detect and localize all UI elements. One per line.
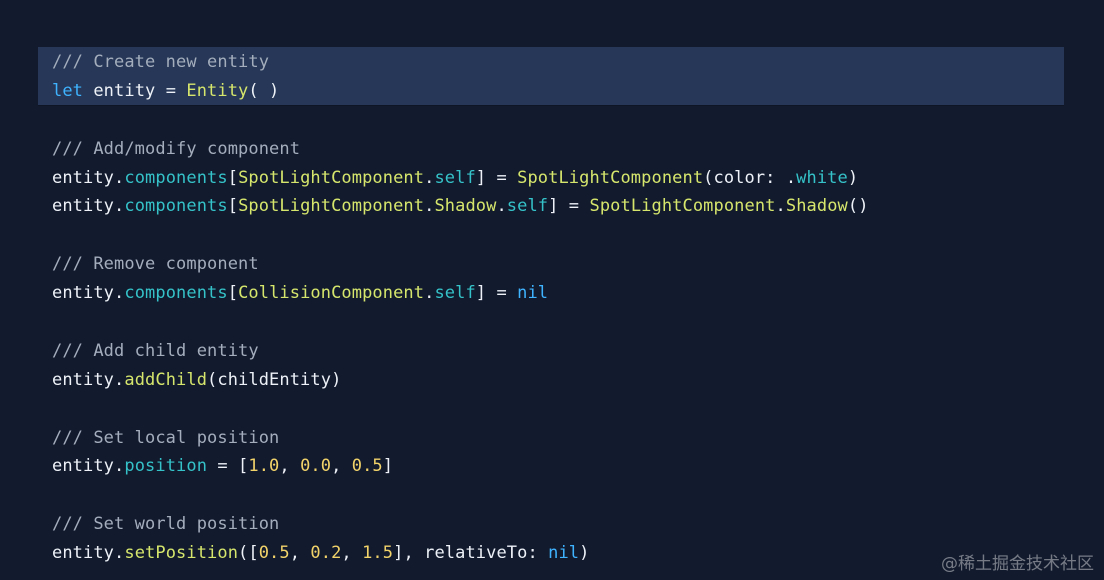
code-token-keyword: let xyxy=(52,80,84,101)
code-token-comment: /// Set local position xyxy=(52,427,280,448)
code-token-prop: components xyxy=(124,167,228,188)
code-line: /// Set local position xyxy=(0,424,1104,453)
code-token-num: 0.2 xyxy=(310,543,342,564)
code-token-plain: . xyxy=(775,196,786,217)
code-block: /// Create new entity let entity = Entity… xyxy=(0,48,1104,568)
code-token-type: Entity xyxy=(186,80,249,101)
code-token-plain: . xyxy=(496,196,507,217)
code-token-plain: (color: . xyxy=(703,167,797,188)
code-line: entity.addChild(childEntity) xyxy=(0,366,1104,395)
code-token-plain: [ xyxy=(227,196,239,217)
code-token-plain: ] xyxy=(382,456,394,477)
code-token-plain: ] = xyxy=(475,283,518,304)
code-token-plain: ([ xyxy=(238,543,259,564)
code-token-comment: /// Add child entity xyxy=(52,340,259,361)
code-line: /// Add/modify component xyxy=(0,135,1104,164)
code-token-plain: . xyxy=(424,283,435,304)
code-token-plain: ] = xyxy=(475,167,518,188)
code-token-plain: , xyxy=(331,456,352,477)
code-token-prop: position xyxy=(124,456,208,477)
code-token-plain: = [ xyxy=(207,456,249,477)
code-token-plain: entity = xyxy=(83,80,187,101)
code-token-prop: components xyxy=(124,283,228,304)
code-token-plain: ], relativeTo: xyxy=(393,543,549,564)
code-token-plain: , xyxy=(289,543,311,564)
code-token-type: Shadow xyxy=(434,196,497,217)
code-token-type: Shadow xyxy=(785,196,848,217)
code-token-plain: , xyxy=(279,456,301,477)
code-token-plain: entity. xyxy=(52,283,125,304)
code-token-prop: self xyxy=(506,196,549,217)
code-token-prop: components xyxy=(124,196,228,217)
code-token-prop: self xyxy=(434,167,476,188)
code-token-plain: . xyxy=(424,196,435,217)
code-token-plain: ) xyxy=(847,167,859,188)
code-token-comment: /// Create new entity xyxy=(52,52,270,72)
code-line: entity.position = [1.0, 0.0, 0.5] xyxy=(0,452,1104,481)
code-line: /// Set world position xyxy=(0,510,1104,539)
watermark: @稀土掘金技术社区 xyxy=(941,554,1094,574)
code-token-type: SpotLightComponent xyxy=(517,167,704,188)
code-line: /// Remove component xyxy=(0,250,1104,279)
code-token-type: SpotLightComponent xyxy=(238,167,425,188)
code-token-prop: self xyxy=(434,283,476,304)
code-token-plain: entity. xyxy=(52,369,125,390)
code-token-num: 0.0 xyxy=(300,456,332,477)
code-token-comment: /// Set world position xyxy=(52,514,280,535)
code-token-num: 0.5 xyxy=(351,456,383,477)
code-token-prop: white xyxy=(796,167,848,188)
code-token-plain: ( ) xyxy=(248,80,280,101)
code-token-comment: /// Add/modify component xyxy=(52,138,301,159)
code-token-keyword: nil xyxy=(548,543,580,564)
code-line: let entity = Entity( ) xyxy=(0,77,1104,106)
code-token-plain: . xyxy=(424,167,435,188)
code-token-num: 1.5 xyxy=(362,543,394,564)
code-token-type: CollisionComponent xyxy=(238,283,425,304)
code-token-comment: /// Remove component xyxy=(52,254,259,275)
code-line: /// Add child entity xyxy=(0,337,1104,366)
code-line: entity.components[SpotLightComponent.sel… xyxy=(0,164,1104,193)
code-line: entity.setPosition([0.5, 0.2, 1.5], rela… xyxy=(0,539,1104,568)
code-token-num: 1.0 xyxy=(248,456,280,477)
code-line: entity.components[SpotLightComponent.Sha… xyxy=(0,192,1104,221)
code-token-plain: entity. xyxy=(52,543,125,564)
code-line: entity.components[CollisionComponent.sel… xyxy=(0,279,1104,308)
code-token-plain: entity. xyxy=(52,196,125,217)
code-token-num: 0.5 xyxy=(258,543,290,564)
code-token-plain: ] = xyxy=(548,196,590,217)
code-token-type: setPosition xyxy=(124,543,239,564)
code-token-type: SpotLightComponent xyxy=(238,196,425,217)
code-token-type: SpotLightComponent xyxy=(589,196,776,217)
code-token-plain: , xyxy=(341,543,363,564)
code-token-plain: ) xyxy=(579,543,590,564)
code-token-type: addChild xyxy=(124,369,208,390)
code-token-plain: [ xyxy=(227,167,239,188)
code-token-plain: () xyxy=(847,196,869,217)
code-token-plain: entity. xyxy=(52,456,125,477)
code-token-keyword: nil xyxy=(517,283,549,304)
code-line: /// Create new entity xyxy=(0,48,1104,77)
code-token-plain: [ xyxy=(227,283,239,304)
code-token-plain: (childEntity) xyxy=(207,369,342,390)
code-slide: /// Create new entity let entity = Entity… xyxy=(0,0,1104,580)
code-token-plain: entity. xyxy=(52,167,125,188)
